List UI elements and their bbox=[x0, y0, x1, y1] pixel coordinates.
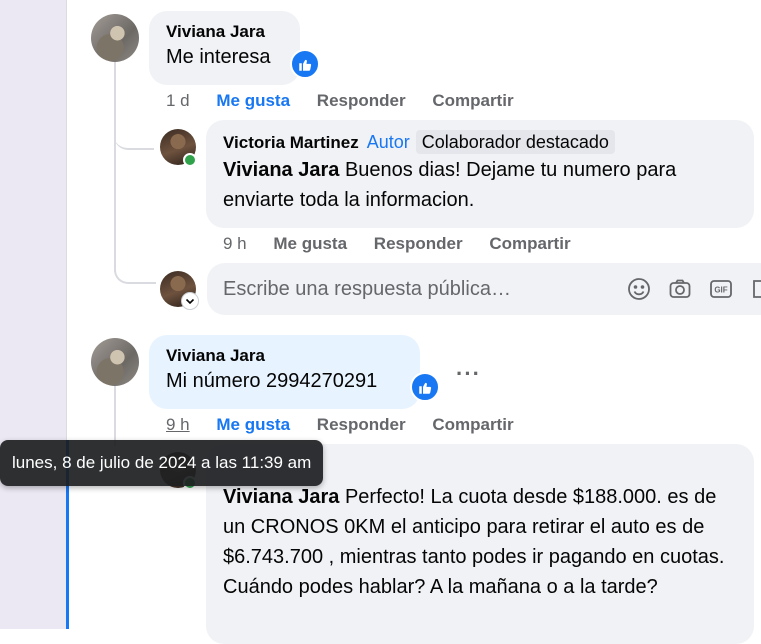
contributor-badge: Colaborador destacado bbox=[415, 130, 615, 154]
input-tools: GIF bbox=[627, 277, 761, 301]
avatar[interactable] bbox=[91, 14, 139, 62]
svg-text:GIF: GIF bbox=[714, 286, 727, 295]
like-button[interactable]: Me gusta bbox=[216, 91, 290, 110]
like-reaction-icon[interactable] bbox=[290, 49, 320, 79]
mention-link[interactable]: Viviana Jara bbox=[223, 159, 339, 181]
reply-text: Viviana Jara Perfecto! La cuota desde $1… bbox=[223, 482, 736, 602]
thread-connector bbox=[114, 252, 156, 284]
reply-actions: 9 h Me gusta Responder Compartir bbox=[223, 234, 593, 254]
timestamp-tooltip: lunes, 8 de julio de 2024 a las 11:39 am bbox=[0, 440, 324, 486]
camera-icon[interactable] bbox=[668, 277, 692, 301]
reply-text: Viviana Jara Buenos dias! Dejame tu nume… bbox=[223, 155, 736, 215]
reply-button[interactable]: Responder bbox=[317, 91, 406, 110]
more-icon[interactable]: ··· bbox=[456, 361, 481, 387]
thread-line bbox=[114, 386, 116, 446]
thread-line bbox=[114, 62, 116, 272]
comment-actions: 9 h Me gusta Responder Compartir bbox=[166, 415, 536, 435]
comment-bubble: Viviana Jara Me interesa bbox=[149, 11, 300, 85]
comment-author[interactable]: Viviana Jara bbox=[166, 346, 420, 366]
like-button[interactable]: Me gusta bbox=[273, 234, 347, 253]
sticker-icon[interactable] bbox=[750, 277, 761, 301]
mention-link[interactable]: Viviana Jara bbox=[223, 486, 339, 508]
author-badge: Autor bbox=[366, 132, 410, 152]
reply-button[interactable]: Responder bbox=[374, 234, 463, 253]
gif-icon[interactable]: GIF bbox=[709, 277, 733, 301]
share-button[interactable]: Compartir bbox=[489, 234, 570, 253]
reply-timestamp[interactable]: 9 h bbox=[223, 234, 247, 253]
comment-text: Me interesa bbox=[166, 46, 271, 68]
left-panel bbox=[0, 0, 66, 629]
clipped-previous-content: · · · · · · · bbox=[236, 0, 526, 2]
chevron-down-icon bbox=[185, 298, 195, 305]
comment-actions: 1 d Me gusta Responder Compartir bbox=[166, 91, 536, 111]
reply-bubble: Victoria Martinez Autor Colaborador destac… bbox=[206, 120, 754, 228]
share-button[interactable]: Compartir bbox=[432, 415, 513, 434]
profile-switch-badge[interactable] bbox=[181, 292, 199, 310]
reply-input[interactable]: Escribe una respuesta pública… GIF bbox=[207, 263, 761, 315]
online-status-indicator bbox=[183, 153, 197, 167]
comment-timestamp[interactable]: 1 d bbox=[166, 91, 190, 110]
emoji-icon[interactable] bbox=[627, 277, 651, 301]
like-reaction-icon[interactable] bbox=[410, 372, 440, 402]
comment-text: Mi número 2994270291 bbox=[166, 370, 378, 392]
thread-connector bbox=[114, 120, 154, 150]
share-button[interactable]: Compartir bbox=[432, 91, 513, 110]
comment-bubble: Viviana Jara Mi número 2994270291 bbox=[149, 335, 420, 409]
reply-input-placeholder: Escribe una respuesta pública… bbox=[223, 278, 511, 300]
reply-button[interactable]: Responder bbox=[317, 415, 406, 434]
reply-author-line: Victoria Martinez Autor Colaborador destac… bbox=[223, 130, 736, 154]
reply-author[interactable]: Victoria Martinez bbox=[223, 133, 359, 152]
comment-timestamp[interactable]: 9 h bbox=[166, 415, 190, 434]
comment-author[interactable]: Viviana Jara bbox=[166, 22, 300, 42]
like-button[interactable]: Me gusta bbox=[216, 415, 290, 434]
avatar[interactable] bbox=[91, 338, 139, 386]
